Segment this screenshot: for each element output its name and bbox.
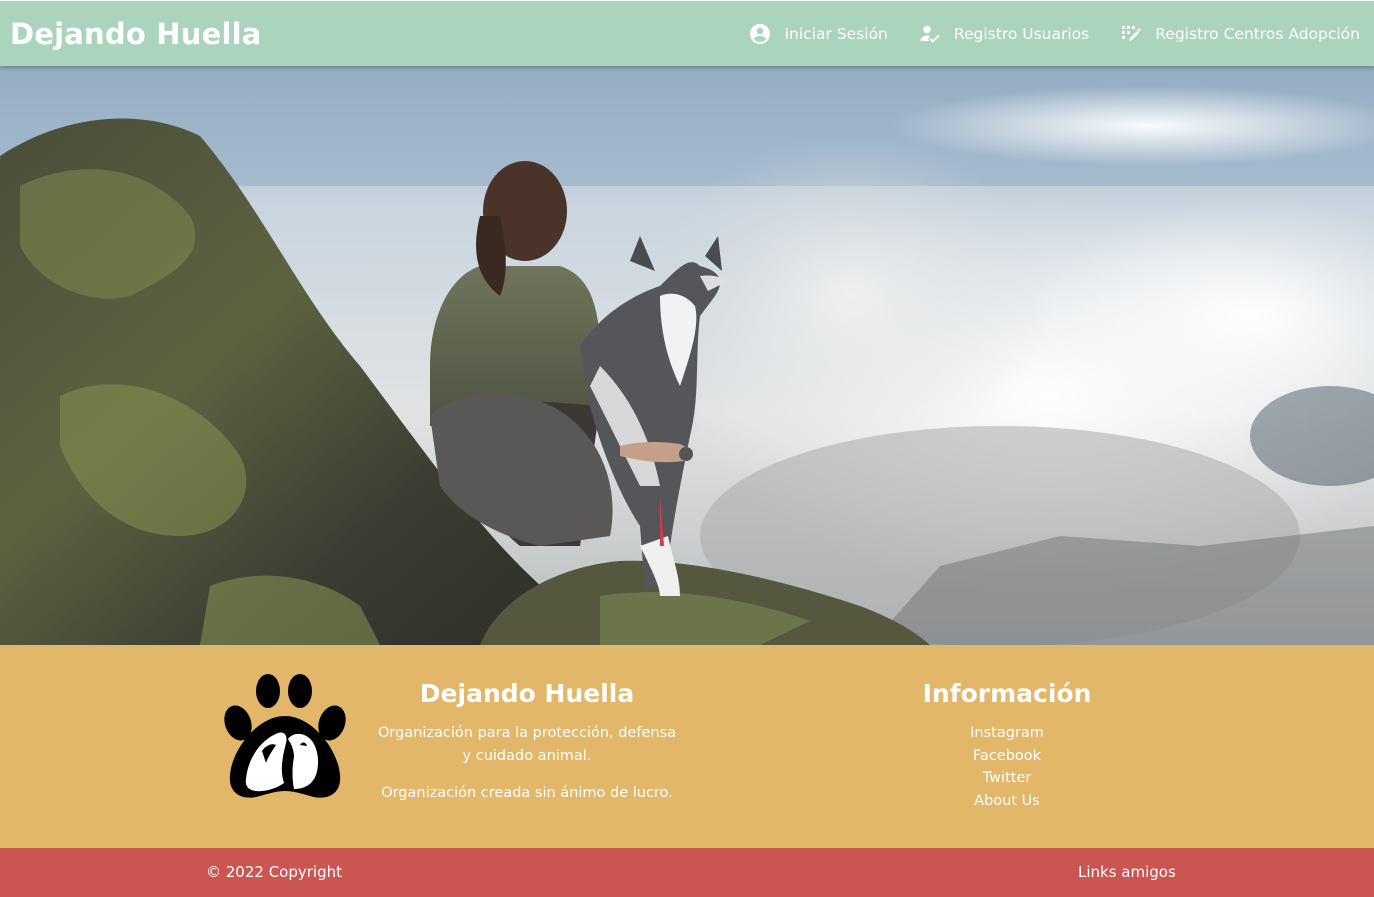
- edit-list-icon: [1119, 22, 1143, 46]
- navbar: Dejando Huella Iniciar Sesión Registro U…: [0, 0, 1374, 66]
- footer-about-title: Dejando Huella: [419, 679, 635, 708]
- about-us-link[interactable]: About Us: [900, 790, 1114, 813]
- facebook-link[interactable]: Facebook: [900, 745, 1114, 768]
- footer-about: Dejando Huella Organización para la prot…: [372, 679, 682, 805]
- copyright-text: © 2022 Copyright: [206, 863, 343, 881]
- bottom-bar: © 2022 Copyright Links amigos: [0, 848, 1374, 897]
- login-link-label: Iniciar Sesión: [784, 24, 888, 43]
- friends-links[interactable]: Links amigos: [1078, 863, 1176, 881]
- account-circle-icon: [748, 22, 772, 46]
- footer-info-title: Información: [922, 679, 1092, 708]
- register-users-label: Registro Usuarios: [953, 24, 1090, 43]
- person-check-icon: [918, 22, 942, 46]
- paw-with-pets-icon: [222, 671, 350, 801]
- footer-about-nonprofit: Organización creada sin ánimo de lucro.: [381, 785, 673, 801]
- register-centers-link[interactable]: Registro Centros Adopción: [1119, 22, 1360, 46]
- footer-info: Información Instagram Facebook Twitter A…: [900, 679, 1114, 813]
- login-link[interactable]: Iniciar Sesión: [748, 22, 888, 46]
- woman-with-husky-photo: [0, 66, 1374, 645]
- instagram-link[interactable]: Instagram: [900, 722, 1114, 745]
- brand-title[interactable]: Dejando Huella: [10, 17, 262, 51]
- register-users-link[interactable]: Registro Usuarios: [918, 22, 1089, 46]
- register-centers-label: Registro Centros Adopción: [1155, 24, 1360, 43]
- nav-links: Iniciar Sesión Registro Usuarios Registr…: [748, 22, 1360, 46]
- footer: Dejando Huella Organización para la prot…: [0, 645, 1374, 848]
- footer-about-text: Organización para la protección, defensa…: [377, 725, 677, 764]
- twitter-link[interactable]: Twitter: [900, 767, 1114, 790]
- hero-image: [0, 66, 1374, 645]
